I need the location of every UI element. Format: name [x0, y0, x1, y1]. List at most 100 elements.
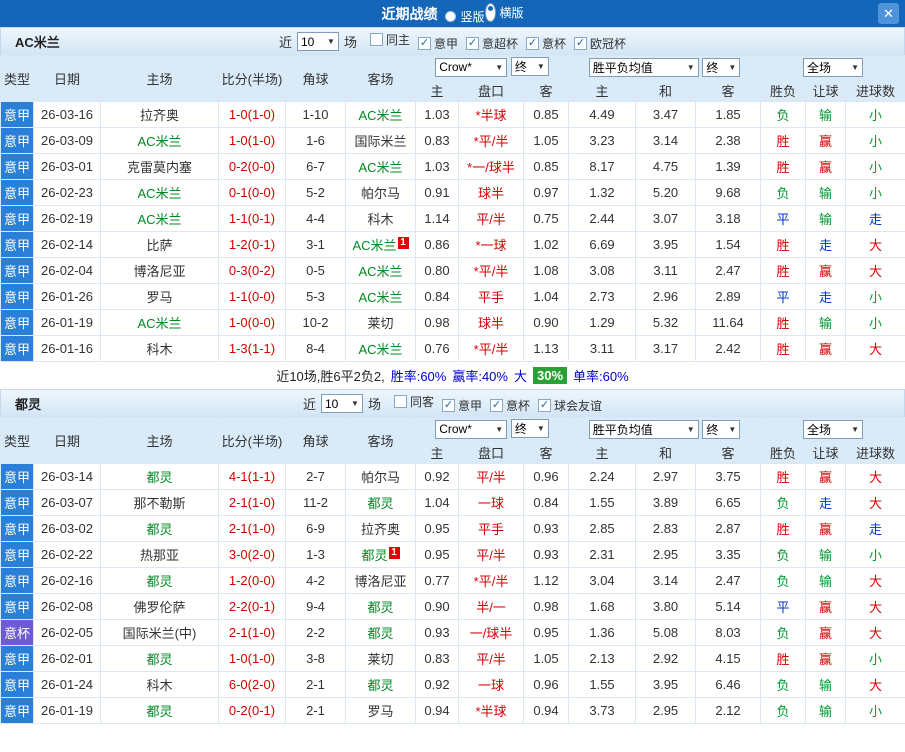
ac-milan-results-table: 类型 日期 主场 比分(半场) 角球 客场 Crow* ▼ 终 ▼ 胜平负均值 ▼ 终…	[0, 55, 905, 362]
filter-checkbox[interactable]: 同客	[393, 393, 434, 410]
mean-away-cell: 2.87	[695, 515, 762, 542]
team-name: 国际米兰(中)	[122, 626, 197, 641]
col-goals: 进球数	[845, 78, 905, 102]
mean-type-select[interactable]: 胜平负均值 ▼	[588, 419, 699, 439]
layout-radio-group: 竖版 横版	[445, 2, 524, 25]
col-date: 日期	[33, 417, 101, 464]
filter-checkbox[interactable]: ✓ 欧冠杯	[574, 35, 626, 52]
team-name: AC米兰	[358, 160, 403, 175]
home-odds-cell: 0.84	[415, 283, 459, 310]
team-name: 都灵	[146, 574, 173, 589]
filter-checkbox[interactable]: ✓ 意甲	[417, 35, 458, 52]
col-mean-away: 客	[695, 440, 762, 464]
odds-source-select[interactable]: Crow* ▼	[435, 57, 508, 77]
col-score: 比分(半场)	[218, 417, 286, 464]
home-odds-cell: 1.04	[415, 489, 459, 516]
checkbox-label: 同主	[385, 33, 410, 47]
corner-cell: 2-7	[285, 463, 346, 490]
layout-option-radio[interactable]: 横版	[484, 2, 524, 22]
league-cell: 意甲	[0, 541, 34, 568]
handicap-cell: 一/球半	[458, 619, 524, 646]
goals-result-cell: 小	[845, 283, 905, 310]
scope-select[interactable]: 全场 ▼	[803, 57, 864, 77]
mean-stage-select[interactable]: 终 ▼	[702, 419, 741, 439]
home-team-cell: 都灵	[100, 645, 219, 672]
odds-stage-value: 终	[514, 60, 527, 75]
window-title: 近期战绩	[381, 5, 438, 22]
corner-cell: 11-2	[285, 489, 346, 516]
handicap-cell: *半球	[458, 697, 524, 724]
col-away: 客场	[345, 55, 416, 102]
col-result: 胜负	[760, 440, 807, 464]
league-cell: 意甲	[0, 515, 34, 542]
filter-checkbox[interactable]: ✓ 球会友谊	[538, 397, 602, 414]
checkbox-label: 球会友谊	[554, 399, 603, 413]
home-team-cell: 科木	[100, 335, 219, 362]
corner-cell: 1-3	[285, 541, 346, 568]
handicap-cell: *一球	[458, 231, 524, 258]
col-mean-draw: 和	[635, 440, 697, 464]
mean-away-cell: 6.65	[695, 489, 762, 516]
filter-checkbox[interactable]: ✓ 意杯	[490, 397, 530, 414]
goals-result-cell: 小	[845, 541, 905, 568]
away-odds-cell: 0.75	[522, 205, 570, 232]
home-team-cell: 都灵	[100, 697, 219, 724]
filter-checkbox[interactable]: ✓ 意超杯	[466, 35, 518, 52]
corner-cell: 4-4	[285, 205, 346, 232]
home-odds-cell: 0.83	[415, 645, 459, 672]
away-odds-cell: 1.05	[522, 127, 570, 154]
handicap-cell: 平/半	[458, 205, 524, 232]
team-name: AC米兰	[358, 108, 403, 123]
filter-checkbox[interactable]: ✓ 意杯	[526, 35, 566, 52]
team-name: 莱切	[367, 316, 394, 331]
checkbox-icon: ✓	[574, 37, 588, 50]
odds-source-select[interactable]: Crow* ▼	[435, 419, 508, 439]
away-team-cell: AC米兰	[345, 257, 416, 284]
handicap-result-cell: 输	[805, 671, 847, 698]
mean-draw-cell: 3.47	[635, 101, 697, 128]
away-odds-cell: 0.85	[522, 101, 570, 128]
radio-icon	[484, 2, 496, 22]
team-name: AC米兰	[358, 342, 403, 357]
mean-stage-select[interactable]: 终 ▼	[702, 57, 741, 77]
mean-home-cell: 3.11	[568, 335, 637, 362]
mean-draw-cell: 3.95	[635, 231, 697, 258]
handicap-result-cell: 输	[805, 101, 847, 128]
goals-result-cell: 大	[845, 257, 905, 284]
mean-type-select[interactable]: 胜平负均值 ▼	[588, 57, 699, 77]
team-name: AC米兰	[15, 35, 60, 50]
match-count-value: 10	[324, 396, 339, 411]
odds-stage-select[interactable]: 终 ▼	[510, 419, 549, 439]
layout-option-radio[interactable]: 竖版	[445, 8, 485, 25]
mean-draw-cell: 5.08	[635, 619, 697, 646]
handicap-cell: *平/半	[458, 335, 524, 362]
match-row: 意甲 26-01-16 科木 1-3(1-1) 8-4 AC米兰 0.76 *平/半 1.13 3…	[0, 335, 905, 362]
league-cell: 意甲	[0, 645, 34, 672]
result-cell: 胜	[760, 645, 807, 672]
odds-stage-select[interactable]: 终 ▼	[510, 57, 549, 77]
result-cell: 胜	[760, 309, 807, 336]
filter-checkbox[interactable]: 同主	[369, 31, 410, 48]
filter-checkbox[interactable]: ✓ 意甲	[442, 397, 482, 414]
team-name: 罗马	[367, 704, 394, 719]
titlebar: 近期战绩 竖版 横版 ✕	[0, 0, 905, 27]
mean-draw-cell: 3.07	[635, 205, 697, 232]
mean-draw-cell: 4.75	[635, 153, 697, 180]
mean-home-cell: 3.04	[568, 567, 637, 594]
league-cell: 意甲	[0, 257, 34, 284]
match-count-select[interactable]: 10 ▼	[320, 394, 363, 413]
team-name: AC米兰	[137, 186, 182, 201]
table-body: 意甲 26-03-16 拉齐奥 1-0(1-0) 1-10 AC米兰 1.03 *半球 0.85…	[0, 101, 905, 362]
team-section-ac-milan: AC米兰 近 10 ▼ 场 同主 ✓ 意甲 ✓ 意超杯 ✓ 意杯 ✓ 欧冠杯 类…	[0, 27, 905, 389]
match-count-select[interactable]: 10 ▼	[296, 32, 339, 51]
mean-draw-cell: 2.95	[635, 541, 697, 568]
scope-select[interactable]: 全场 ▼	[803, 419, 864, 439]
home-odds-cell: 1.03	[415, 153, 459, 180]
team-name: 拉齐奥	[139, 108, 179, 123]
league-cell: 意杯	[0, 619, 34, 646]
away-odds-cell: 0.93	[522, 541, 570, 568]
team-name: 国际米兰	[354, 134, 407, 149]
near-label: 近	[278, 35, 292, 50]
close-button[interactable]: ✕	[878, 3, 899, 24]
checkbox-icon: ✓	[442, 399, 455, 412]
